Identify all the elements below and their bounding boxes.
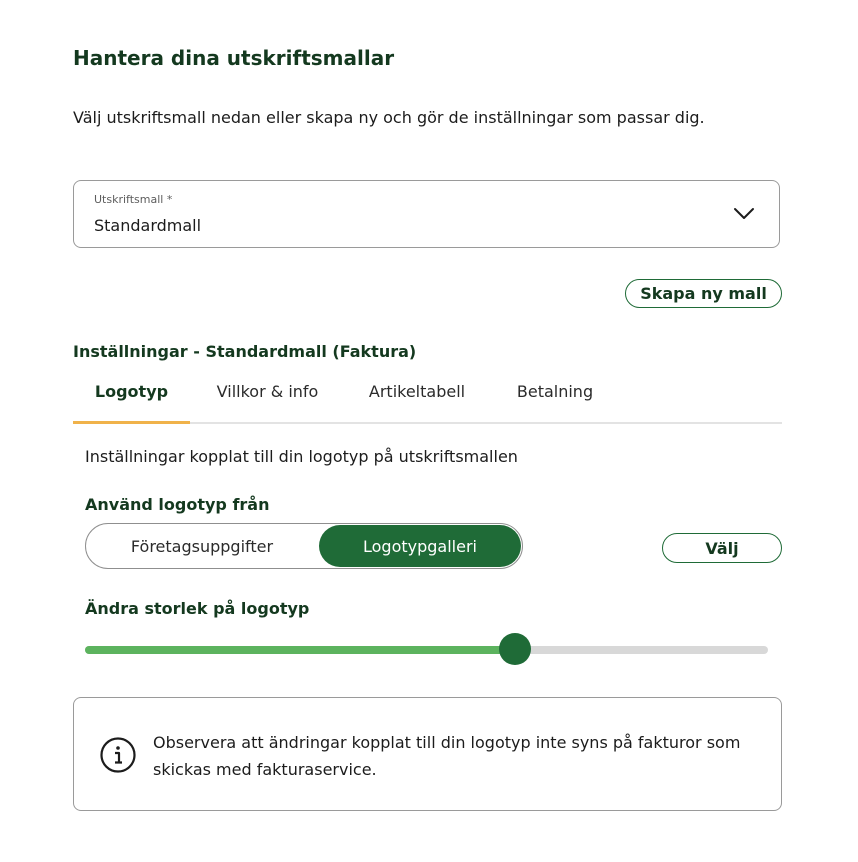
tab-villkor-info[interactable]: Villkor & info (205, 382, 330, 412)
choose-logo-button[interactable]: Välj (662, 533, 782, 563)
active-tab-indicator (73, 421, 190, 424)
tab-logotyp[interactable]: Logotyp (73, 382, 190, 412)
chevron-down-icon (734, 208, 754, 219)
option-foretagsuppgifter[interactable]: Företagsuppgifter (86, 524, 318, 568)
logo-size-slider-thumb[interactable] (499, 633, 532, 665)
logo-notice-box: Observera att ändringar kopplat till din… (73, 697, 782, 811)
create-template-button[interactable]: Skapa ny mall (625, 279, 782, 308)
option-logotypgalleri[interactable]: Logotypgalleri (319, 525, 521, 567)
logo-size-slider-track[interactable] (85, 646, 768, 654)
logo-notice-text: Observera att ändringar kopplat till din… (153, 733, 741, 779)
template-select-value: Standardmall (94, 216, 202, 235)
logo-settings-description: Inställningar kopplat till din logotyp p… (85, 447, 518, 466)
template-select-label: Utskriftsmall * (94, 193, 173, 206)
page-title: Hantera dina utskriftsmallar (73, 46, 395, 70)
logo-size-slider-fill (85, 646, 516, 654)
info-icon (100, 737, 136, 773)
tab-betalning[interactable]: Betalning (506, 382, 604, 412)
logo-source-toggle: Företagsuppgifter Logotypgalleri (85, 523, 523, 569)
settings-title: Inställningar - Standardmall (Faktura) (73, 342, 417, 361)
logo-size-label: Ändra storlek på logotyp (85, 599, 310, 618)
page-intro: Välj utskriftsmall nedan eller skapa ny … (73, 108, 705, 127)
use-logo-from-label: Använd logotyp från (85, 495, 270, 514)
template-select[interactable]: Utskriftsmall * Standardmall (73, 180, 780, 248)
tab-artikeltabell[interactable]: Artikeltabell (358, 382, 476, 412)
